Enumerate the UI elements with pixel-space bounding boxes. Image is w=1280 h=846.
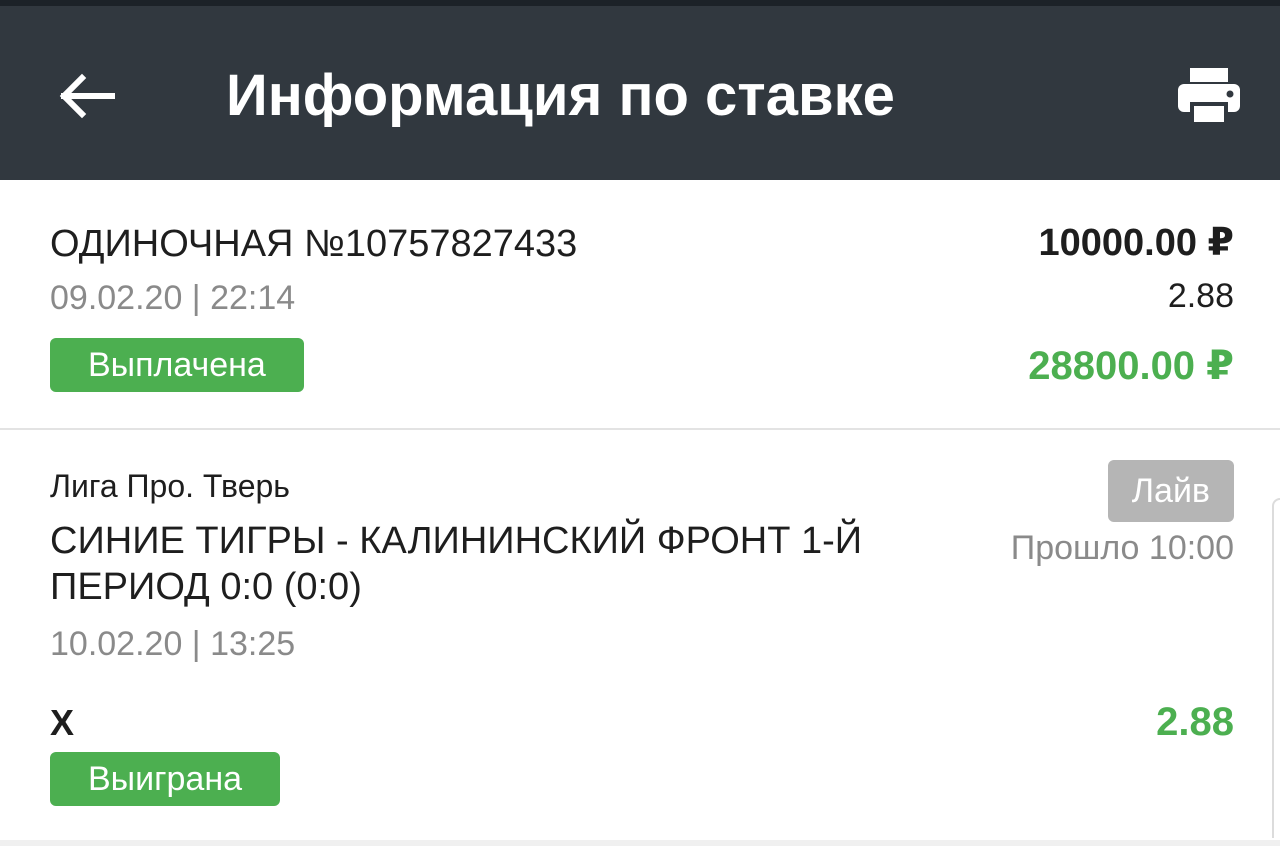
- bet-summary: ОДИНОЧНАЯ №10757827433 09.02.20 | 22:14 …: [0, 180, 1280, 430]
- app-header: Информация по ставке: [0, 6, 1280, 180]
- page-title: Информация по ставке: [226, 63, 895, 128]
- back-button[interactable]: [48, 58, 124, 134]
- print-button[interactable]: [1166, 58, 1252, 134]
- bet-title: ОДИНОЧНАЯ №10757827433: [50, 223, 578, 265]
- bottom-divider: [0, 840, 1280, 846]
- bet-datetime: 09.02.20 | 22:14: [50, 279, 296, 317]
- live-badge: Лайв: [1107, 460, 1234, 522]
- event-datetime: 10.02.20 | 13:25: [50, 625, 296, 663]
- bet-status-badge: Выплачена: [50, 338, 304, 392]
- payout-amount: 28800.00 ₽: [1028, 344, 1234, 388]
- printer-icon: [1178, 68, 1240, 124]
- outcome-odds: 2.88: [1156, 700, 1234, 744]
- scroll-indicator: [1272, 498, 1280, 838]
- event-card[interactable]: Лига Про. Тверь СИНИЕ ТИГРЫ - КАЛИНИНСКИ…: [0, 430, 1280, 843]
- arrow-left-icon: [59, 73, 115, 119]
- total-odds: 2.88: [1167, 277, 1234, 315]
- outcome-label: X: [50, 702, 75, 743]
- elapsed-time: Прошло 10:00: [1010, 529, 1234, 567]
- league-name: Лига Про. Тверь: [50, 468, 290, 504]
- stake-amount: 10000.00 ₽: [1038, 222, 1235, 264]
- event-name: СИНИЕ ТИГРЫ - КАЛИНИНСКИЙ ФРОНТ 1-Й ПЕРИ…: [50, 520, 863, 608]
- event-status-badge: Выиграна: [50, 752, 281, 806]
